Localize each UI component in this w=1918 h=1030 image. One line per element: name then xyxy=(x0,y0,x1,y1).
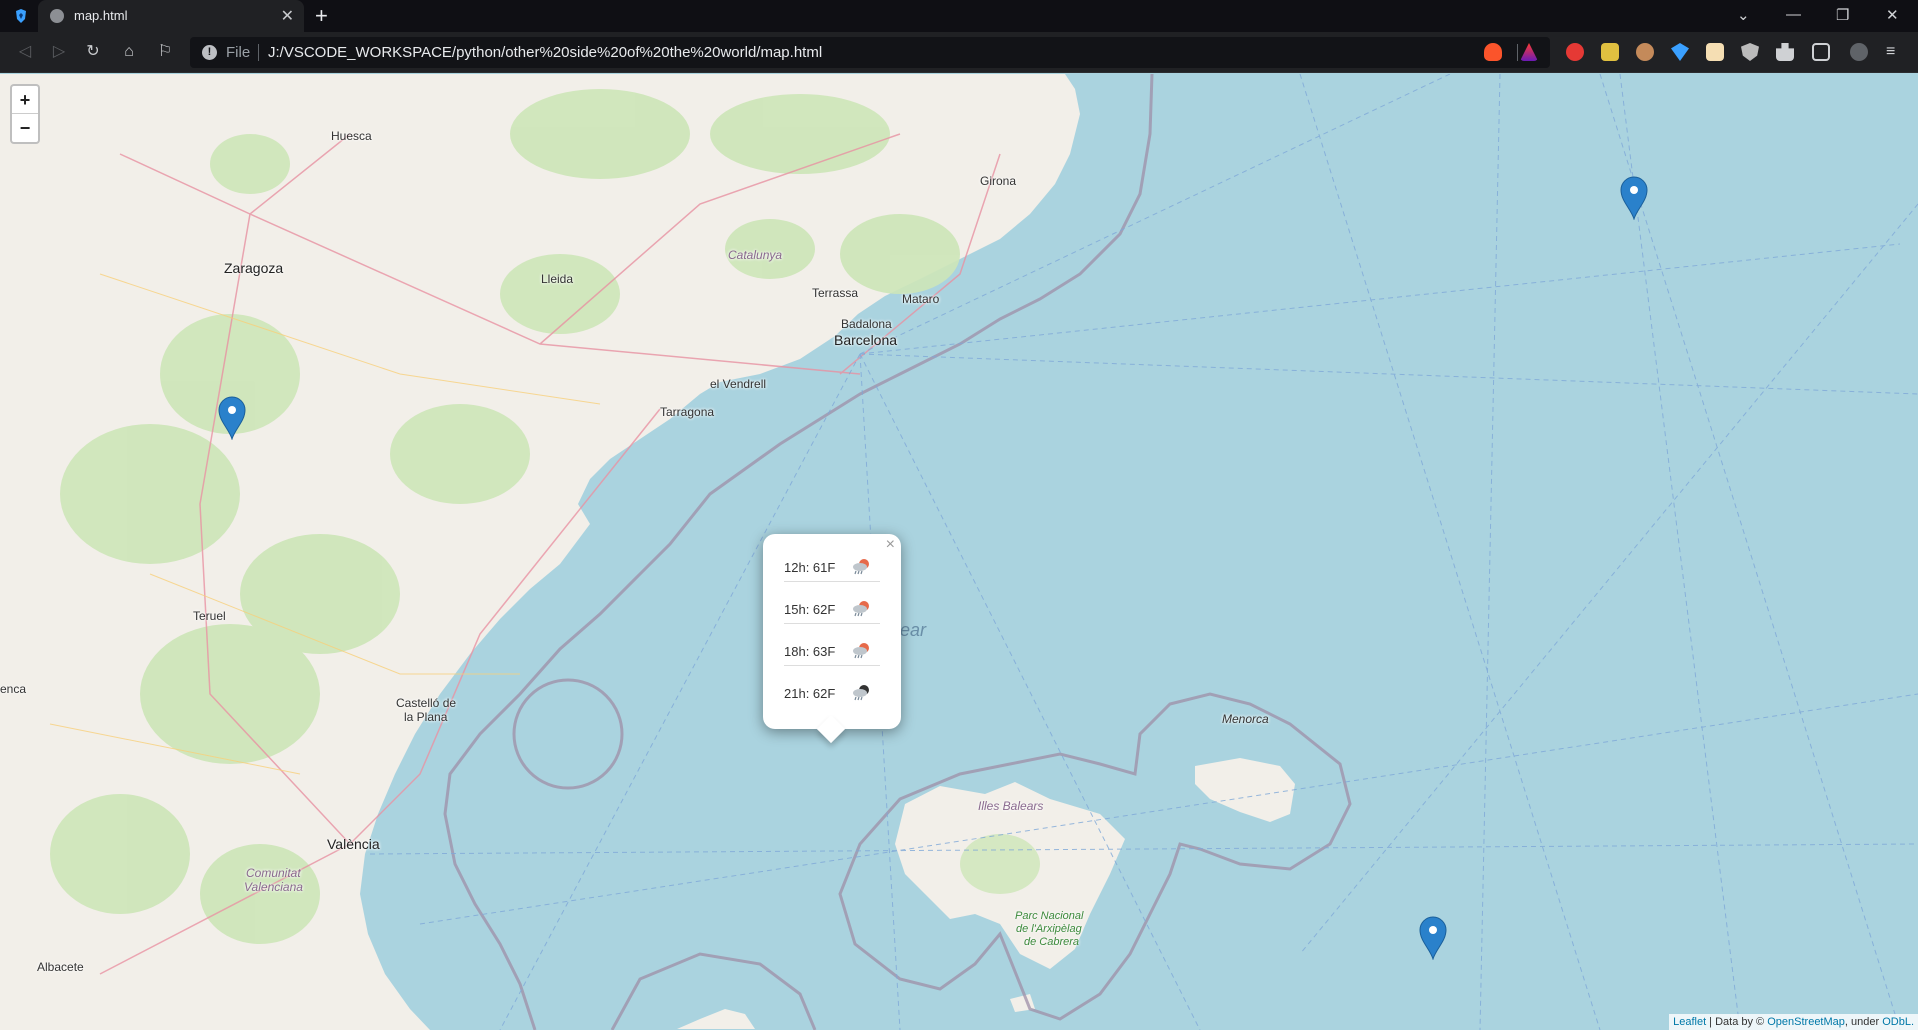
close-window-button[interactable]: ✕ xyxy=(1886,6,1899,24)
label-parc-line3: de Cabrera xyxy=(1024,936,1080,948)
map-attribution: Leaflet | Data by © OpenStreetMap, under… xyxy=(1669,1014,1918,1030)
info-icon[interactable]: ! xyxy=(202,45,217,60)
label-comunitat-line2: Valenciana xyxy=(244,880,303,894)
forward-button[interactable]: ▷ xyxy=(48,41,70,63)
label-el-vendrell: el Vendrell xyxy=(710,377,767,391)
zoom-in-button[interactable]: + xyxy=(12,86,38,114)
browser-toolbar: ◁ ▷ ↻ ⌂ ⚐ ! File J:/VSCODE_WORKSPACE/pyt… xyxy=(0,32,1918,73)
forecast-text: 12h: 61F xyxy=(784,560,836,575)
bookmark-button[interactable]: ⚐ xyxy=(154,41,176,63)
attribution-under: , under xyxy=(1844,1016,1883,1028)
label-catalunya: Catalunya xyxy=(728,248,783,262)
leaflet-link[interactable]: Leaflet xyxy=(1673,1016,1706,1028)
menu-hamburger-icon[interactable]: ≡ xyxy=(1886,43,1904,61)
tab-close-icon[interactable]: ✕ xyxy=(281,6,294,26)
zoom-out-button[interactable]: − xyxy=(12,114,38,142)
tab-search-chevron-icon[interactable]: ⌄ xyxy=(1737,6,1750,24)
label-comunitat-line1: Comunitat xyxy=(246,866,301,880)
new-tab-button[interactable]: + xyxy=(315,3,328,29)
tab-bar: map.html ✕ + ⌄ — ❐ ✕ xyxy=(0,0,1918,32)
label-huesca: Huesca xyxy=(331,129,372,143)
forecast-popup: × 12h: 61F 15h: 62F 18h: 63F 21h: 62F xyxy=(763,534,901,744)
brave-shields-icon[interactable] xyxy=(1484,43,1502,61)
label-terrassa: Terrassa xyxy=(812,286,859,300)
profile-avatar[interactable] xyxy=(1850,43,1868,61)
extension-note-icon[interactable] xyxy=(1706,43,1724,61)
extension-yellow-icon[interactable] xyxy=(1601,43,1619,61)
forecast-row: 18h: 63F xyxy=(784,636,880,666)
omnibox-divider-right xyxy=(1517,44,1518,61)
zoom-control: + − xyxy=(10,84,40,144)
label-tarragona: Tarragona xyxy=(660,405,715,419)
forecast-text: 15h: 62F xyxy=(784,602,836,617)
label-parc-line1: Parc Nacional xyxy=(1015,910,1084,922)
label-badalona: Badalona xyxy=(841,317,892,331)
leaflet-map[interactable]: Huesca Zaragoza Lleida Catalunya Girona … xyxy=(0,74,1918,1030)
globe-icon xyxy=(50,9,64,23)
label-parc-line2: de l'Arxipèlag xyxy=(1016,923,1082,935)
label-albacete: Albacete xyxy=(37,960,84,974)
url-scheme: File xyxy=(226,44,251,61)
back-button[interactable]: ◁ xyxy=(14,41,36,63)
map-marker-icon[interactable] xyxy=(1619,174,1649,220)
night-rain-cloud-icon xyxy=(853,685,869,701)
tab-map-html[interactable]: map.html ✕ xyxy=(38,0,304,32)
label-mataro: Mataro xyxy=(902,292,940,306)
label-zaragoza: Zaragoza xyxy=(224,260,284,276)
label-illes-balears: Illes Balears xyxy=(978,799,1044,813)
label-barcelona: Barcelona xyxy=(834,332,898,348)
rain-cloud-icon xyxy=(853,643,869,659)
attribution-data-by: | Data by © xyxy=(1706,1016,1768,1028)
rain-cloud-icon xyxy=(853,601,869,617)
label-castello-line1: Castelló de xyxy=(396,696,457,710)
label-girona: Girona xyxy=(980,174,1017,188)
openstreetmap-link[interactable]: OpenStreetMap xyxy=(1767,1016,1845,1028)
label-lleida: Lleida xyxy=(541,272,574,286)
forecast-row: 12h: 61F xyxy=(784,552,880,582)
forecast-text: 21h: 62F xyxy=(784,686,836,701)
label-teruel: Teruel xyxy=(193,609,226,623)
omnibox-divider xyxy=(258,44,259,61)
map-marker-icon[interactable] xyxy=(1418,914,1448,960)
home-button[interactable]: ⌂ xyxy=(118,41,140,63)
reload-button[interactable]: ↻ xyxy=(82,41,104,63)
label-valencia: València xyxy=(327,836,380,852)
adblock-plus-icon[interactable] xyxy=(1566,43,1584,61)
forecast-row: 21h: 62F xyxy=(784,678,880,708)
label-menorca: Menorca xyxy=(1222,712,1269,726)
map-marker-icon[interactable] xyxy=(217,394,247,440)
label-cuenca: enca xyxy=(0,682,27,696)
label-sea-fragment: ear xyxy=(900,620,927,640)
forecast-text: 18h: 63F xyxy=(784,644,836,659)
tab-title: map.html xyxy=(74,8,128,23)
extension-face-icon[interactable] xyxy=(1636,43,1654,61)
wallet-icon[interactable] xyxy=(1812,43,1830,61)
brave-logo-icon xyxy=(16,9,26,23)
minimize-button[interactable]: — xyxy=(1786,6,1801,23)
label-castello-line2: la Plana xyxy=(404,710,448,724)
popup-close-button[interactable]: × xyxy=(886,536,895,554)
forecast-row: 15h: 62F xyxy=(784,594,880,624)
restore-button[interactable]: ❐ xyxy=(1836,6,1849,24)
odbl-link[interactable]: ODbL. xyxy=(1882,1016,1914,1028)
rain-cloud-icon xyxy=(853,559,869,575)
address-bar[interactable]: ! File J:/VSCODE_WORKSPACE/python/other%… xyxy=(190,37,1550,68)
url-text[interactable]: J:/VSCODE_WORKSPACE/python/other%20side%… xyxy=(268,44,822,61)
